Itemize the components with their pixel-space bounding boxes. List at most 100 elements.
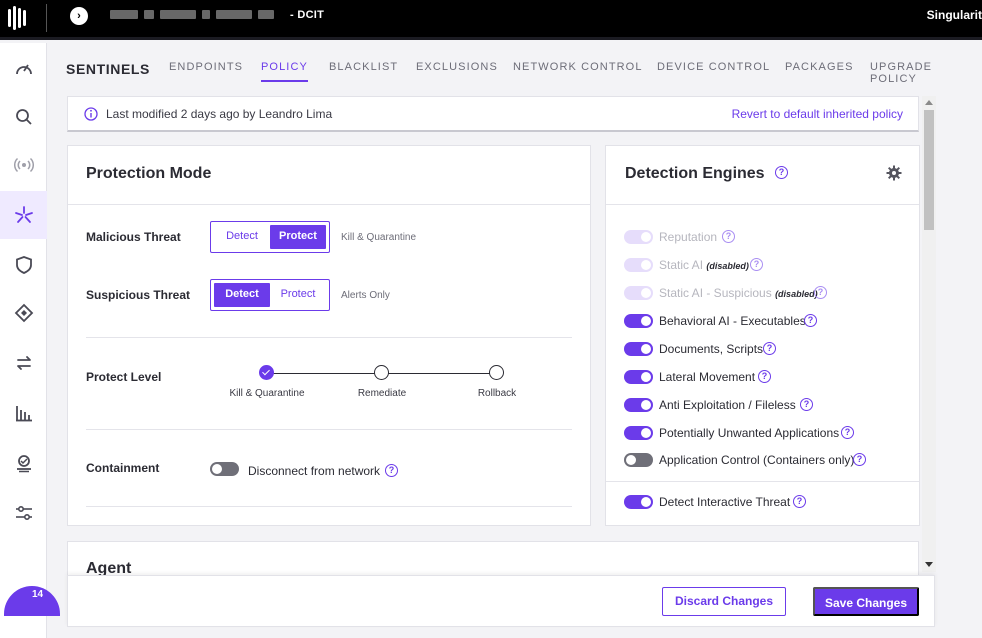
divider [86,429,572,430]
nav-users[interactable] [0,439,47,487]
engine-reputation-toggle [624,230,653,244]
help-icon[interactable]: ? [814,286,827,299]
suspicious-threat-label: Suspicious Threat [86,288,191,302]
protect-level-label-rollback: Rollback [477,388,517,399]
engine-behavioral-ai-toggle[interactable] [624,314,653,328]
save-changes-button[interactable]: Save Changes [813,587,919,616]
help-icon[interactable]: ? [763,342,776,355]
gear-icon[interactable] [886,165,902,181]
protect-level-step-remediate[interactable] [374,365,389,380]
help-icon[interactable]: ? [793,495,806,508]
tab-packages[interactable]: PACKAGES [785,61,854,73]
left-nav [0,43,47,638]
engine-reputation-label: Reputation [659,230,718,244]
engine-documents-scripts-toggle[interactable] [624,342,653,356]
protection-mode-title: Protection Mode [86,165,212,182]
containment-label: Containment [86,461,160,475]
detection-engines-card: Detection Engines ? Reputation ? Static … [605,145,920,526]
tab-blacklist[interactable]: BLACKLIST [329,61,398,73]
nav-activity[interactable] [0,141,47,189]
info-icon [84,107,98,121]
dashboard-icon [15,64,32,75]
help-icon[interactable]: ? [775,166,788,179]
logo-separator [46,4,47,32]
help-icon[interactable]: ? [853,453,866,466]
tab-endpoints[interactable]: ENDPOINTS [169,61,243,73]
shield-icon [15,256,32,274]
tab-exclusions[interactable]: EXCLUSIONS [416,61,498,73]
nav-sync[interactable] [0,339,47,387]
scope-breadcrumb-redacted [110,10,274,20]
engine-app-control-label: Application Control (Containers only) [659,453,855,467]
malicious-threat-label: Malicious Threat [86,230,181,244]
content-scrollbar[interactable] [922,96,936,572]
engine-lateral-movement-toggle[interactable] [624,370,653,384]
nav-reports[interactable] [0,389,47,437]
bar-chart-icon [15,406,32,422]
disconnect-network-label: Disconnect from network [248,464,381,478]
section-title: SENTINELS [66,61,150,77]
user-badge-icon [16,455,31,473]
protect-level-step-kill[interactable] [259,365,274,380]
divider [86,337,572,338]
detection-engines-title: Detection Engines [625,165,765,182]
tab-upgrade-policy[interactable]: UPGRADE POLICY [870,61,982,85]
help-icon[interactable]: ? [804,314,817,327]
diamond-icon [14,303,33,323]
policy-info-banner: Last modified 2 days ago by Leandro Lima… [67,96,919,132]
nav-shield[interactable] [0,241,47,289]
divider [606,204,919,205]
nav-network[interactable] [0,289,47,337]
malicious-protect-option[interactable]: Protect [270,225,326,249]
help-icon[interactable]: ? [722,230,735,243]
revert-policy-link[interactable]: Revert to default inherited policy [732,107,903,121]
protect-level-label-kill: Kill & Quarantine [229,388,305,399]
scope-title: - DCIT [290,9,325,21]
last-modified-text: Last modified 2 days ago by Leandro Lima [106,107,333,121]
sentinels-tabs: SENTINELS ENDPOINTS POLICY BLACKLIST EXC… [48,43,982,93]
search-icon [15,109,32,125]
help-icon[interactable]: ? [841,426,854,439]
help-icon[interactable]: ? [758,370,771,383]
engine-static-ai-toggle [624,258,653,272]
engine-anti-exploitation-label: Anti Exploitation / Fileless [659,398,796,412]
protect-level-step-rollback[interactable] [489,365,504,380]
engine-anti-exploitation-toggle[interactable] [624,398,653,412]
tab-network-control[interactable]: NETWORK CONTROL [513,61,643,73]
nav-sentinels[interactable] [0,191,47,239]
scrollbar-thumb[interactable] [924,110,934,230]
disconnect-network-toggle[interactable] [210,462,239,476]
help-icon[interactable]: ? [750,258,763,271]
brand-name: Singularit [926,8,982,22]
help-icon[interactable]: ? [385,464,398,477]
engine-pua-toggle[interactable] [624,426,653,440]
nav-dashboard[interactable] [0,45,47,93]
suspicious-protect-option[interactable]: Protect [270,283,326,307]
nav-search[interactable] [0,93,47,141]
protection-mode-card: Protection Mode Malicious Threat Detect … [67,145,591,526]
suspicious-threat-description: Alerts Only [341,290,390,301]
sentinelone-logo-icon[interactable] [7,6,29,30]
engine-interactive-threat-label: Detect Interactive Threat [659,495,791,509]
scroll-down-arrow-icon[interactable] [925,562,933,567]
engine-interactive-threat-toggle[interactable] [624,495,653,509]
tab-policy[interactable]: POLICY [261,61,308,82]
sentinels-icon [14,206,33,223]
malicious-detect-option[interactable]: Detect [214,225,270,249]
scope-expand-button[interactable]: › [70,7,88,25]
scroll-up-arrow-icon[interactable] [925,100,933,105]
engine-app-control-toggle[interactable] [624,453,653,467]
suspicious-detect-option[interactable]: Detect [214,283,270,307]
broadcast-icon [13,157,34,173]
malicious-threat-mode-toggle: Detect Protect [210,221,330,253]
tab-device-control[interactable]: DEVICE CONTROL [657,61,770,73]
help-icon[interactable]: ? [800,398,813,411]
top-bar: › - DCIT Singularit [0,0,982,40]
nav-settings[interactable] [0,489,47,537]
action-footer: Discard Changes Save Changes [67,575,935,627]
sliders-icon [15,505,32,521]
engine-static-ai-suspicious-toggle [624,286,653,300]
engine-static-ai-suspicious-label: Static AI - Suspicious (disabled) [659,286,818,300]
protect-level-label-remediate: Remediate [357,388,407,399]
discard-changes-button[interactable]: Discard Changes [662,587,786,616]
